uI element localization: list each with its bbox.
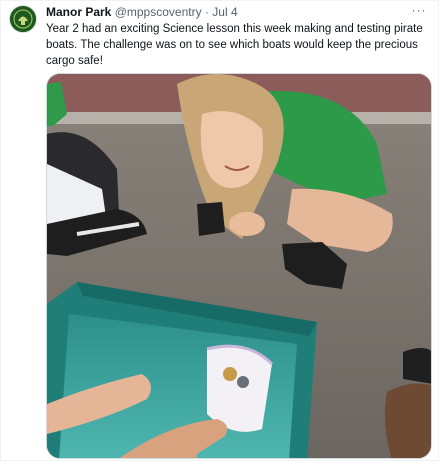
more-options-icon[interactable]: ··· [410,3,428,17]
school-logo-icon[interactable] [9,5,37,33]
tweet-photo[interactable] [46,73,432,459]
author-handle[interactable]: @mppscoventry [115,5,202,19]
tweet-card[interactable]: Manor Park @mppscoventry · Jul 4 ··· Yea… [0,0,439,461]
timestamp[interactable]: Jul 4 [212,5,237,19]
separator-dot: · [204,5,209,19]
tweet-text: Year 2 had an exciting Science lesson th… [46,23,423,67]
tweet-header: Manor Park @mppscoventry · Jul 4 [46,4,410,20]
author-name[interactable]: Manor Park [46,5,111,19]
